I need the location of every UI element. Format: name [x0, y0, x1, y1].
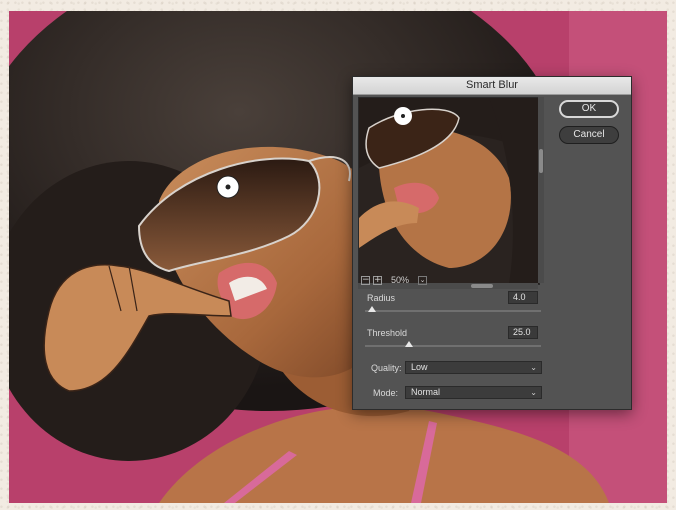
smart-blur-dialog: Smart Blur − + 50% ⌄ OK Cancel Radius 4.… — [352, 76, 632, 410]
quality-label: Quality: — [371, 363, 402, 373]
threshold-slider-handle[interactable] — [405, 341, 413, 347]
cancel-button[interactable]: Cancel — [559, 126, 619, 144]
mode-select[interactable]: Normal ⌄ — [405, 386, 542, 399]
radius-field[interactable]: 4.0 — [508, 291, 538, 304]
threshold-label: Threshold — [367, 328, 408, 338]
threshold-field[interactable]: 25.0 — [508, 326, 538, 339]
ok-button[interactable]: OK — [559, 100, 619, 118]
dialog-title: Smart Blur — [353, 77, 631, 95]
chevron-down-icon: ⌄ — [530, 363, 537, 372]
radius-slider-handle[interactable] — [368, 306, 377, 312]
preview-window[interactable] — [358, 97, 540, 285]
chevron-down-icon: ⌄ — [530, 388, 537, 397]
threshold-slider[interactable] — [365, 341, 541, 347]
minus-square-icon[interactable]: − — [361, 275, 370, 285]
quality-value: Low — [411, 362, 428, 372]
radius-label: Radius — [367, 293, 396, 303]
mode-label: Mode: — [373, 388, 399, 398]
preview-image — [359, 98, 539, 284]
plus-square-icon[interactable]: + — [373, 275, 382, 285]
preview-vertical-scrollbar[interactable] — [538, 97, 544, 283]
preview-zoom-controls: − + 50% ⌄ — [361, 274, 428, 286]
radius-slider[interactable] — [365, 306, 541, 312]
mode-value: Normal — [411, 387, 441, 397]
zoom-level: 50% — [391, 275, 410, 285]
chevron-down-icon[interactable]: ⌄ — [418, 275, 428, 285]
quality-select[interactable]: Low ⌄ — [405, 361, 542, 374]
